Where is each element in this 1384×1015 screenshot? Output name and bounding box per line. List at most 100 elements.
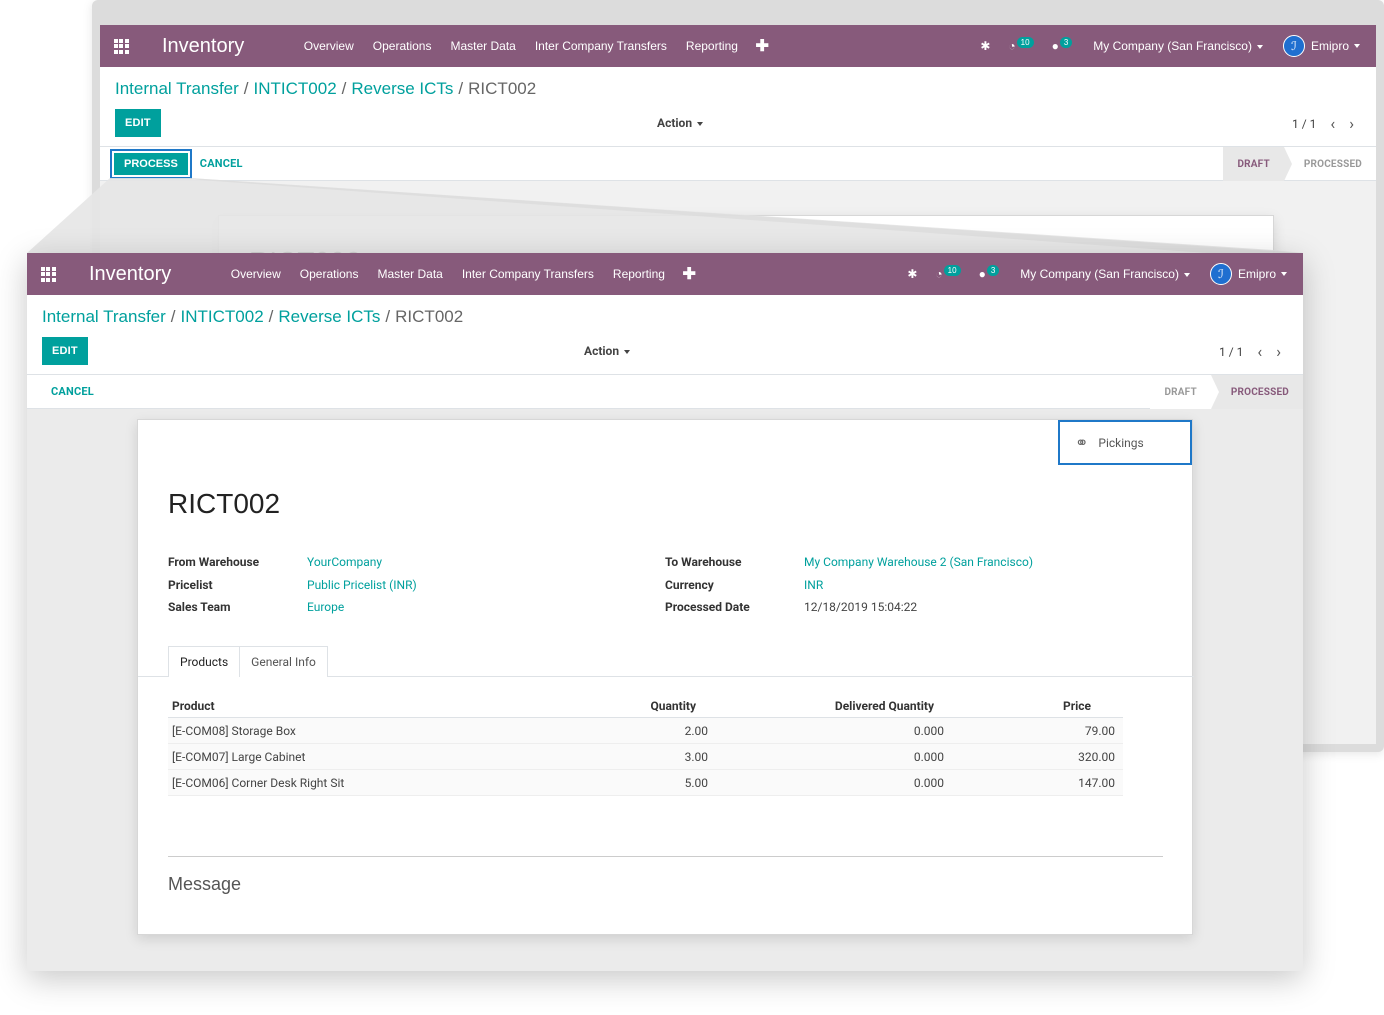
breadcrumb-current: RICT002 (395, 307, 464, 326)
menu-master-data[interactable]: Master Data (441, 39, 525, 53)
from-warehouse-link[interactable]: YourCompany (307, 555, 382, 569)
table-row[interactable]: [E-COM08] Storage Box 2.00 0.000 79.00 (168, 718, 1123, 744)
products-table: Product Quantity Delivered Quantity Pric… (168, 694, 1123, 796)
cell-delivered-quantity: 0.000 (913, 775, 944, 790)
breadcrumb-intict002[interactable]: INTICT002 (254, 79, 337, 98)
form-sheet: ⚭ Pickings RICT002 From Warehouse YourCo… (137, 419, 1194, 935)
apps-menu-icon[interactable] (100, 38, 142, 54)
step-processed[interactable]: PROCESSED (1210, 375, 1303, 409)
edit-button[interactable]: EDIT (42, 337, 88, 365)
cell-price: 147.00 (1078, 775, 1115, 790)
menu-operations[interactable]: Operations (290, 267, 368, 281)
step-draft[interactable]: DRAFT (1223, 147, 1293, 181)
user-menu[interactable]: ℐ Emipro (1282, 35, 1376, 57)
app-brand[interactable]: Inventory (142, 35, 294, 58)
chevron-left-icon[interactable]: ‹ (1330, 114, 1335, 133)
company-switcher[interactable]: My Company (San Francisco) (1093, 39, 1263, 53)
menu-inter-company-transfers[interactable]: Inter Company Transfers (525, 39, 676, 53)
menu-overview[interactable]: Overview (221, 267, 290, 281)
menu-master-data[interactable]: Master Data (368, 267, 452, 281)
cell-delivered-quantity: 0.000 (913, 749, 944, 764)
breadcrumb-reverse-icts[interactable]: Reverse ICTs (278, 307, 380, 326)
main-menu: Overview Operations Master Data Inter Co… (294, 39, 747, 53)
to-warehouse-link[interactable]: My Company Warehouse 2 (San Francisco) (804, 555, 1033, 569)
chevron-right-icon[interactable]: › (1276, 342, 1281, 361)
company-name: My Company (San Francisco) (1020, 267, 1179, 281)
plus-icon[interactable]: ✚ (682, 264, 695, 284)
message-badge: 3 (986, 264, 1000, 276)
step-processed[interactable]: PROCESSED (1284, 147, 1376, 181)
app-brand[interactable]: Inventory (69, 263, 221, 286)
fields-right: To Warehouse My Company Warehouse 2 (San… (665, 551, 1033, 619)
action-dropdown[interactable]: Action (657, 116, 704, 130)
menu-operations[interactable]: Operations (363, 39, 441, 53)
activity-icon[interactable]: ◔ 10 (1008, 36, 1034, 53)
cancel-button[interactable]: CANCEL (200, 157, 243, 170)
column-price[interactable]: Price (944, 699, 1119, 713)
edit-button[interactable]: EDIT (115, 109, 161, 137)
field-label: To Warehouse (665, 555, 742, 570)
table-row[interactable]: [E-COM06] Corner Desk Right Sit 5.00 0.0… (168, 770, 1123, 796)
bug-icon[interactable]: ✱ (980, 39, 990, 53)
status-steps: DRAFT PROCESSED (1150, 375, 1303, 409)
cell-quantity: 5.00 (684, 775, 708, 790)
statusbar: CANCEL DRAFT PROCESSED (27, 375, 1303, 409)
menu-overview[interactable]: Overview (294, 39, 363, 53)
chevron-left-icon[interactable]: ‹ (1257, 342, 1262, 361)
pager-value[interactable]: 1 / 1 (1219, 345, 1243, 359)
avatar: ℐ (1209, 263, 1232, 285)
step-draft[interactable]: DRAFT (1150, 375, 1211, 409)
breadcrumb-intict002[interactable]: INTICT002 (181, 307, 264, 326)
breadcrumb-reverse-icts[interactable]: Reverse ICTs (351, 79, 453, 98)
activity-badge: 10 (1016, 36, 1034, 48)
chat-icon[interactable]: ● 3 (979, 264, 1000, 281)
field-currency: Currency INR (665, 574, 1033, 597)
front-window: Inventory Overview Operations Master Dat… (27, 253, 1303, 971)
column-delivered-quantity[interactable]: Delivered Quantity (708, 699, 944, 713)
user-menu[interactable]: ℐ Emipro (1209, 263, 1303, 285)
chat-icon[interactable]: ● 3 (1052, 36, 1073, 53)
cancel-button[interactable]: CANCEL (51, 385, 94, 398)
breadcrumb: Internal Transfer / INTICT002/Reverse ICTs… (115, 79, 537, 98)
breadcrumb-current: RICT002 (468, 79, 537, 98)
process-button[interactable]: PROCESS (110, 148, 192, 179)
currency-link[interactable]: INR (804, 578, 823, 592)
message-heading: Message (168, 874, 242, 894)
menu-reporting[interactable]: Reporting (676, 39, 747, 53)
pager-value[interactable]: 1 / 1 (1292, 117, 1316, 131)
cell-quantity: 2.00 (684, 723, 708, 738)
activity-icon[interactable]: ◔ 10 (935, 264, 961, 281)
company-switcher[interactable]: My Company (San Francisco) (1020, 267, 1190, 281)
field-sales-team: Sales Team Europe (168, 596, 417, 619)
caret-down-icon (697, 121, 704, 126)
plus-icon[interactable]: ✚ (755, 36, 768, 56)
chevron-right-icon[interactable]: › (1349, 114, 1354, 133)
table-row[interactable]: [E-COM07] Large Cabinet 3.00 0.000 320.0… (168, 744, 1123, 770)
sales-team-link[interactable]: Europe (307, 600, 344, 614)
company-name: My Company (San Francisco) (1093, 39, 1252, 53)
column-quantity[interactable]: Quantity (628, 699, 708, 713)
menu-inter-company-transfers[interactable]: Inter Company Transfers (452, 267, 603, 281)
cell-product: [E-COM08] Storage Box (172, 723, 296, 738)
breadcrumb-internal-transfer[interactable]: Internal Transfer (115, 79, 239, 98)
avatar: ℐ (1282, 35, 1305, 57)
bug-icon[interactable]: ✱ (907, 267, 917, 281)
cell-product: [E-COM06] Corner Desk Right Sit (172, 775, 345, 790)
breadcrumb: Internal Transfer / INTICT002/Reverse ICTs… (42, 307, 464, 326)
message-badge: 3 (1059, 36, 1073, 48)
statusbar: PROCESS CANCEL DRAFT PROCESSED (100, 147, 1376, 181)
tab-products[interactable]: Products (168, 646, 241, 677)
apps-menu-icon[interactable] (27, 266, 69, 282)
menu-reporting[interactable]: Reporting (603, 267, 674, 281)
control-panel: Internal Transfer / INTICT002/Reverse ICTs… (100, 67, 1376, 147)
tab-general-info[interactable]: General Info (240, 646, 328, 677)
pickings-smart-button[interactable]: ⚭ Pickings (1058, 420, 1192, 465)
pager: 1 / 1 ‹ › (1292, 114, 1354, 133)
cell-quantity: 3.00 (684, 749, 708, 764)
caret-down-icon (624, 349, 631, 354)
column-product[interactable]: Product (168, 699, 628, 713)
action-dropdown[interactable]: Action (584, 344, 631, 358)
breadcrumb-internal-transfer[interactable]: Internal Transfer (42, 307, 166, 326)
pricelist-link[interactable]: Public Pricelist (INR) (307, 578, 417, 592)
cell-price: 79.00 (1084, 723, 1115, 738)
